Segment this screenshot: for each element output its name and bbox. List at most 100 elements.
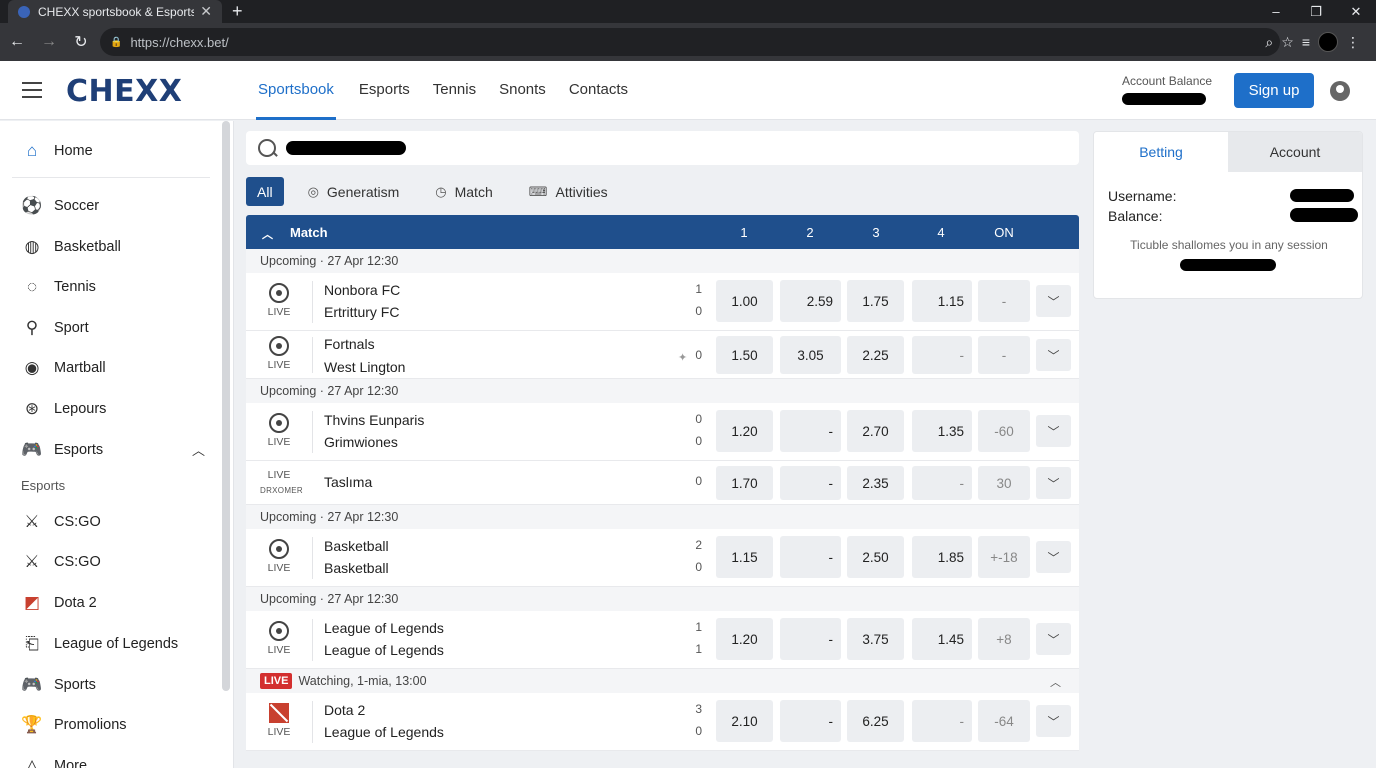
sign-up-button[interactable]: Sign up bbox=[1234, 73, 1314, 108]
odd-button[interactable]: 1.20 bbox=[716, 618, 773, 660]
sidebar-item-tennis[interactable]: ◌ Tennis bbox=[0, 269, 215, 305]
sidebar-item-sports[interactable]: 🎮 Sports bbox=[0, 667, 215, 703]
address-bar[interactable]: 🔒 https://chexx.bet/ bbox=[100, 28, 1280, 56]
sidebar-item-basketball[interactable]: ◍ Basketball bbox=[0, 229, 215, 265]
odd-button[interactable]: - bbox=[978, 280, 1030, 322]
sidebar-item-martball[interactable]: ◉ Martball bbox=[0, 350, 215, 386]
collapse-icon[interactable]: ︿ bbox=[262, 226, 273, 242]
odd-button[interactable]: -64 bbox=[978, 700, 1030, 742]
odd-button[interactable]: 1.70 bbox=[716, 466, 773, 500]
table-row[interactable]: LIVE Fortnals West Lington ✦ 0 1.50 3.05… bbox=[246, 331, 1079, 379]
odd-button[interactable]: 1.15 bbox=[716, 536, 773, 578]
chevron-down-icon[interactable]: ﹀ bbox=[1036, 339, 1071, 371]
odd-button[interactable]: 3.05 bbox=[780, 336, 841, 374]
forward-icon[interactable]: → bbox=[34, 27, 64, 57]
filter-attivities[interactable]: ⌨ Attivities bbox=[519, 177, 618, 206]
table-row[interactable]: LIVE League of Legends League of Legends… bbox=[246, 611, 1079, 669]
odd-button[interactable]: - bbox=[912, 466, 972, 500]
zoom-icon[interactable]: ⌕ bbox=[1265, 34, 1273, 51]
sidebar-item-promotions[interactable]: 🏆 Promolions bbox=[0, 707, 215, 743]
chevron-down-icon[interactable]: ﹀ bbox=[1036, 467, 1071, 499]
odd-button[interactable]: 2.35 bbox=[847, 466, 904, 500]
chevron-down-icon[interactable]: ﹀ bbox=[1036, 541, 1071, 573]
odd-button[interactable]: 2.70 bbox=[847, 410, 904, 452]
table-row[interactable]: LIVE DRXOMER Taslıma 0 1.70 - 2.35 - 30 ﹀ bbox=[246, 461, 1079, 505]
sidebar-item-sport[interactable]: ⚲ Sport bbox=[0, 310, 215, 346]
odd-button[interactable]: - bbox=[780, 536, 841, 578]
sidebar-item-home[interactable]: ⌂ Home bbox=[0, 133, 215, 169]
new-tab-button[interactable]: + bbox=[232, 1, 243, 22]
odd-button[interactable]: 1.00 bbox=[716, 280, 773, 322]
sidebar-item-dota2[interactable]: ◩ Dota 2 bbox=[0, 585, 215, 621]
odd-button[interactable]: 2.10 bbox=[716, 700, 773, 742]
odd-button[interactable]: 2.59 bbox=[780, 280, 841, 322]
menu-icon[interactable]: ⋮ bbox=[1346, 34, 1360, 51]
maximize-icon[interactable]: ❐ bbox=[1296, 4, 1336, 20]
table-row[interactable]: LIVE Nonbora FC Ertrittury FC 1 0 1.00 2… bbox=[246, 273, 1079, 331]
chevron-down-icon[interactable]: ﹀ bbox=[1036, 705, 1071, 737]
table-row[interactable]: LIVE Thvins Eunparis Grimwiones 0 0 1.20… bbox=[246, 403, 1079, 461]
odd-button[interactable]: +-18 bbox=[978, 536, 1030, 578]
nav-sportsbook[interactable]: Sportsbook bbox=[256, 61, 336, 120]
close-tab-icon[interactable]: ✕ bbox=[200, 3, 212, 20]
nav-contacts[interactable]: Contacts bbox=[569, 61, 628, 120]
search-input[interactable] bbox=[246, 131, 1079, 165]
odd-button[interactable]: - bbox=[780, 466, 841, 500]
odd-button[interactable]: 1.35 bbox=[912, 410, 972, 452]
chevron-up-icon[interactable]: ︿ bbox=[192, 440, 205, 459]
sidebar-item-soccer[interactable]: ⚽ Soccer bbox=[0, 188, 215, 224]
odd-button[interactable]: -60 bbox=[978, 410, 1030, 452]
site-logo[interactable]: CHEXX bbox=[66, 74, 182, 109]
reload-icon[interactable]: ↻ bbox=[66, 27, 96, 57]
odd-button[interactable]: 2.25 bbox=[847, 336, 904, 374]
table-row[interactable]: LIVE Basketball Basketball 2 0 1.15 - 2.… bbox=[246, 529, 1079, 587]
odd-button[interactable]: 1.85 bbox=[912, 536, 972, 578]
odd-button[interactable]: 1.50 bbox=[716, 336, 773, 374]
star-icon[interactable]: ✦ bbox=[678, 351, 687, 364]
minimize-icon[interactable]: – bbox=[1256, 4, 1296, 19]
chevron-down-icon[interactable]: ﹀ bbox=[1036, 415, 1071, 447]
nav-tennis[interactable]: Tennis bbox=[433, 61, 476, 120]
odd-button[interactable]: - bbox=[780, 410, 841, 452]
sidebar-item-esports[interactable]: 🎮 Esports ︿ bbox=[0, 432, 215, 468]
odd-button[interactable]: - bbox=[978, 336, 1030, 374]
sidebar-scrollbar[interactable] bbox=[222, 121, 230, 691]
odd-button[interactable]: +8 bbox=[978, 618, 1030, 660]
odd-button[interactable]: 1.75 bbox=[847, 280, 904, 322]
close-window-icon[interactable]: ✕ bbox=[1336, 4, 1376, 20]
nav-esports[interactable]: Esports bbox=[359, 61, 410, 120]
filter-all[interactable]: All bbox=[246, 177, 284, 206]
media-icon[interactable]: ≡ bbox=[1302, 34, 1310, 50]
odd-button[interactable]: 30 bbox=[978, 466, 1030, 500]
user-icon[interactable] bbox=[1330, 81, 1350, 101]
sidebar-item-lepours[interactable]: ⊛ Lepours bbox=[0, 391, 215, 427]
nav-snonts[interactable]: Snonts bbox=[499, 61, 546, 120]
odd-button[interactable]: 6.25 bbox=[847, 700, 904, 742]
odd-button[interactable]: 1.45 bbox=[912, 618, 972, 660]
tab-account[interactable]: Account bbox=[1228, 132, 1362, 172]
browser-tab[interactable]: CHEXX sportsbook & Esports ✕ bbox=[8, 0, 222, 23]
odd-button[interactable]: 2.50 bbox=[847, 536, 904, 578]
back-icon[interactable]: ← bbox=[2, 27, 32, 57]
odd-button[interactable]: 1.20 bbox=[716, 410, 773, 452]
odd-button[interactable]: - bbox=[912, 700, 972, 742]
sidebar-item-csgo[interactable]: ⚔ CS:GO bbox=[0, 504, 215, 540]
odd-button[interactable]: 3.75 bbox=[847, 618, 904, 660]
table-row[interactable]: LIVE Dota 2 League of Legends 3 0 2.10 -… bbox=[246, 693, 1079, 751]
filter-generatism[interactable]: ◎ Generatism bbox=[298, 177, 410, 206]
star-icon[interactable]: ☆ bbox=[1281, 34, 1294, 51]
sidebar-item-lol[interactable]: ⎗ League of Legends bbox=[0, 626, 215, 662]
odd-button[interactable]: 1.15 bbox=[912, 280, 972, 322]
chevron-up-icon[interactable]: ︿ bbox=[1050, 674, 1061, 690]
chevron-down-icon[interactable]: ﹀ bbox=[1036, 285, 1071, 317]
hamburger-menu-icon[interactable] bbox=[22, 82, 42, 98]
odd-button[interactable]: - bbox=[780, 700, 841, 742]
sidebar-item-csgo-2[interactable]: ⚔ CS:GO bbox=[0, 544, 215, 580]
tab-betting[interactable]: Betting bbox=[1094, 132, 1228, 172]
odd-button[interactable]: - bbox=[780, 618, 841, 660]
sidebar-item-more[interactable]: △ More bbox=[0, 748, 215, 768]
chevron-down-icon[interactable]: ﹀ bbox=[1036, 623, 1071, 655]
filter-match[interactable]: ◷ Match bbox=[425, 177, 502, 206]
odd-button[interactable]: - bbox=[912, 336, 972, 374]
profile-avatar[interactable] bbox=[1318, 32, 1338, 52]
